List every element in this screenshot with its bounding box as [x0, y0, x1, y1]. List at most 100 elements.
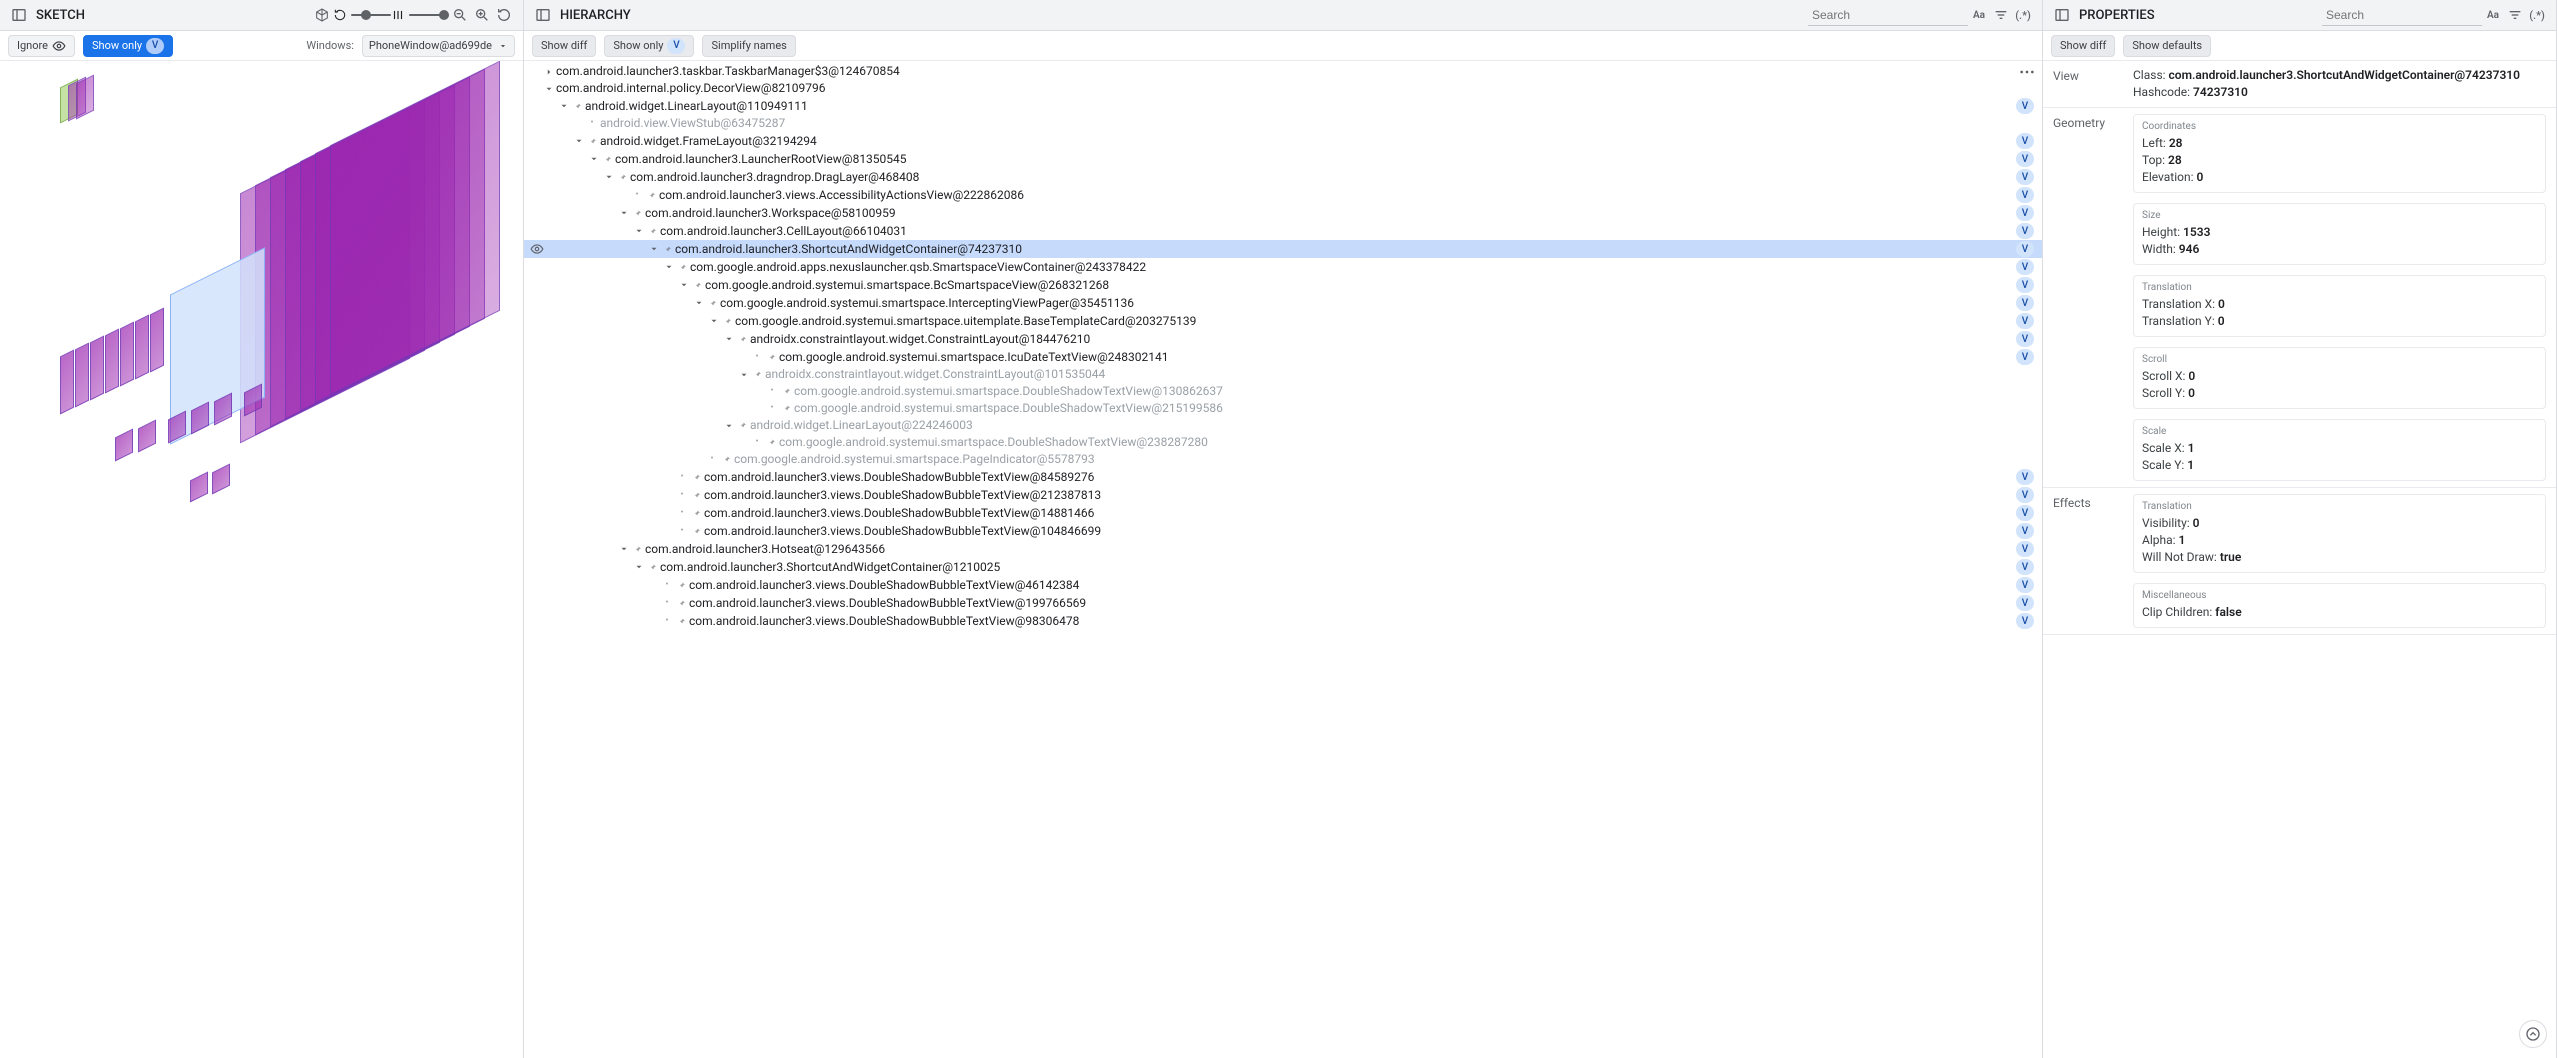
tree-node-label: com.android.launcher3.LauncherRootView@8… — [615, 152, 2010, 167]
tree-row[interactable]: androidx.constraintlayout.widget.Constra… — [524, 366, 2042, 383]
prop-row: Translation X: 0 — [2142, 296, 2537, 313]
props-show-diff-button[interactable]: Show diff — [2051, 35, 2115, 57]
tree-spacer — [647, 596, 661, 610]
tree-row[interactable]: •com.google.android.systemui.smartspace.… — [524, 400, 2042, 417]
tree-row[interactable]: com.android.launcher3.ShortcutAndWidgetC… — [524, 240, 2042, 258]
tree-toggle[interactable] — [647, 242, 661, 256]
tree-row[interactable]: com.google.android.systemui.smartspace.B… — [524, 276, 2042, 294]
tree-row[interactable]: com.android.launcher3.LauncherRootView@8… — [524, 150, 2042, 168]
cube-3d-icon[interactable] — [311, 4, 333, 26]
tree-toggle[interactable] — [707, 314, 721, 328]
show-diff-button[interactable]: Show diff — [532, 35, 596, 57]
tree-row[interactable]: •android.view.ViewStub@63475287 — [524, 115, 2042, 132]
tree-row[interactable]: com.android.launcher3.ShortcutAndWidgetC… — [524, 558, 2042, 576]
regex-icon[interactable]: (.*) — [2012, 4, 2034, 26]
tree-toggle[interactable] — [602, 170, 616, 184]
tree-row[interactable]: •com.google.android.systemui.smartspace.… — [524, 434, 2042, 451]
tree-row[interactable]: android.widget.LinearLayout@224246003 — [524, 417, 2042, 434]
zoom-out-icon[interactable] — [449, 4, 471, 26]
tree-row[interactable]: •com.android.launcher3.views.DoubleShado… — [524, 522, 2042, 540]
tree-row[interactable]: •com.google.android.systemui.smartspace.… — [524, 451, 2042, 468]
tree-toggle[interactable] — [632, 224, 646, 238]
prop-group-title: Scroll — [2142, 354, 2537, 365]
tree-toggle[interactable] — [542, 82, 556, 96]
tree-row[interactable]: com.android.launcher3.dragndrop.DragLaye… — [524, 168, 2042, 186]
tree-toggle[interactable] — [542, 65, 556, 79]
tree-row[interactable]: com.android.launcher3.Hotseat@129643566V — [524, 540, 2042, 558]
tree-toggle[interactable] — [692, 296, 706, 310]
tree-row[interactable]: com.android.internal.policy.DecorView@82… — [524, 80, 2042, 97]
tree-row[interactable]: com.google.android.systemui.smartspace.u… — [524, 312, 2042, 330]
properties-search-input[interactable] — [2322, 4, 2482, 26]
tree-node-label: com.google.android.systemui.smartspace.D… — [794, 384, 2034, 399]
tree-row[interactable]: •com.android.launcher3.views.DoubleShado… — [524, 576, 2042, 594]
tree-spacer — [647, 614, 661, 628]
tree-toggle[interactable] — [722, 332, 736, 346]
tree-row[interactable]: •com.android.launcher3.views.DoubleShado… — [524, 594, 2042, 612]
tree-spacer — [662, 488, 676, 502]
expand-fab[interactable] — [2519, 1020, 2547, 1048]
filter-icon[interactable] — [2504, 4, 2526, 26]
simplify-names-button[interactable]: Simplify names — [702, 35, 795, 57]
match-case-icon[interactable]: Aa — [2482, 4, 2504, 26]
show-only-button[interactable]: Show only V — [83, 35, 173, 57]
tree-row[interactable]: com.android.launcher3.CellLayout@6610403… — [524, 222, 2042, 240]
prop-row: Will Not Draw: true — [2142, 549, 2537, 566]
visibility-eye-icon[interactable] — [530, 242, 544, 256]
reset-icon[interactable] — [493, 4, 515, 26]
tree-toggle[interactable] — [737, 368, 751, 382]
prop-group-translation: TranslationVisibility: 0Alpha: 1Will Not… — [2133, 494, 2546, 573]
spacing-slider[interactable] — [391, 8, 449, 22]
tree-row[interactable]: com.google.android.systemui.smartspace.I… — [524, 294, 2042, 312]
rotation-slider[interactable] — [333, 8, 391, 22]
tree-toggle[interactable] — [557, 99, 571, 113]
visibility-badge: V — [2016, 541, 2034, 557]
hierarchy-search-input[interactable] — [1808, 4, 1968, 26]
hashcode-value: 74237310 — [2193, 85, 2248, 99]
hierarchy-title: HIERARCHY — [560, 8, 631, 23]
tree-row[interactable]: com.google.android.apps.nexuslauncher.qs… — [524, 258, 2042, 276]
hierarchy-tree[interactable]: com.android.launcher3.taskbar.TaskbarMan… — [524, 61, 2042, 1058]
row-menu-icon[interactable] — [2018, 65, 2036, 79]
tree-node-label: com.android.launcher3.views.DoubleShadow… — [704, 506, 2010, 521]
tree-toggle[interactable] — [572, 134, 586, 148]
show-only-h-button[interactable]: Show only V — [604, 35, 694, 57]
match-case-icon[interactable]: Aa — [1968, 4, 1990, 26]
tree-row[interactable]: •com.android.launcher3.views.DoubleShado… — [524, 486, 2042, 504]
tree-row[interactable]: androidx.constraintlayout.widget.Constra… — [524, 330, 2042, 348]
tree-row[interactable]: android.widget.FrameLayout@32194294V — [524, 132, 2042, 150]
tree-row[interactable]: •com.google.android.systemui.smartspace.… — [524, 383, 2042, 400]
tree-row[interactable]: •com.android.launcher3.views.DoubleShado… — [524, 612, 2042, 630]
tree-row[interactable]: com.android.launcher3.Workspace@58100959… — [524, 204, 2042, 222]
tree-spacer — [752, 385, 766, 399]
prop-value: 28 — [2168, 153, 2182, 167]
tree-toggle[interactable] — [677, 278, 691, 292]
tree-row[interactable]: •com.android.launcher3.views.DoubleShado… — [524, 504, 2042, 522]
bullet-icon: • — [586, 116, 598, 131]
tree-row[interactable]: android.widget.LinearLayout@110949111V — [524, 97, 2042, 115]
tree-row[interactable]: •com.android.launcher3.views.Accessibili… — [524, 186, 2042, 204]
visibility-badge: V — [2016, 577, 2034, 593]
tree-toggle[interactable] — [722, 419, 736, 433]
filter-icon[interactable] — [1990, 4, 2012, 26]
zoom-in-icon[interactable] — [471, 4, 493, 26]
tree-toggle[interactable] — [587, 152, 601, 166]
tree-toggle[interactable] — [617, 206, 631, 220]
tree-toggle[interactable] — [662, 260, 676, 274]
tree-row[interactable]: •com.google.android.systemui.smartspace.… — [524, 348, 2042, 366]
tree-node-label: androidx.constraintlayout.widget.Constra… — [750, 332, 2010, 347]
panel-layout-icon — [532, 4, 554, 26]
pin-icon — [675, 615, 687, 627]
tree-row[interactable]: •com.android.launcher3.views.DoubleShado… — [524, 468, 2042, 486]
ignore-button[interactable]: Ignore — [8, 35, 75, 57]
bullet-icon: • — [676, 488, 688, 503]
tree-row[interactable]: com.android.launcher3.taskbar.TaskbarMan… — [524, 63, 2042, 80]
tree-toggle[interactable] — [617, 542, 631, 556]
sketch-canvas[interactable] — [0, 61, 523, 1058]
props-show-defaults-button[interactable]: Show defaults — [2123, 35, 2211, 57]
tree-node-label: com.google.android.systemui.smartspace.B… — [705, 278, 2010, 293]
regex-icon[interactable]: (.*) — [2526, 4, 2548, 26]
window-dropdown[interactable]: PhoneWindow@ad699de — [362, 35, 515, 57]
tree-toggle[interactable] — [632, 560, 646, 574]
tree-spacer — [737, 350, 751, 364]
